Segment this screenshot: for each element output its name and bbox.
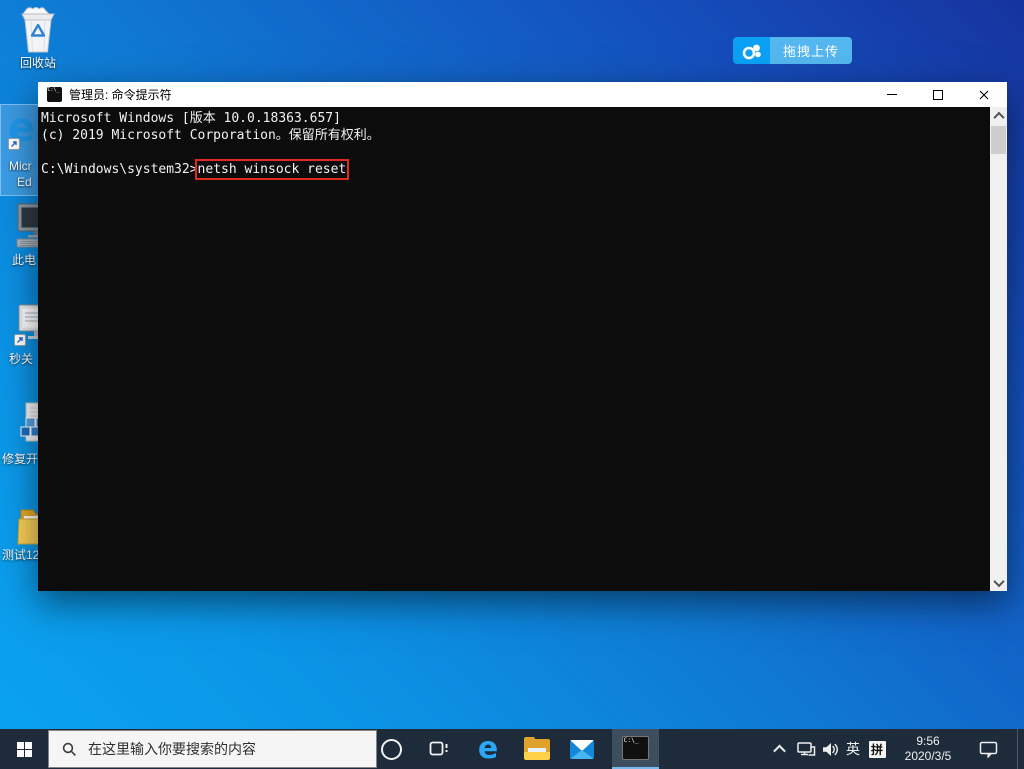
desktop: 回收站 e Micr Ed 此电 秒关 修复开 测试12 拖拽上传 C:\_ 管… <box>0 0 1024 769</box>
recycle-bin-label[interactable]: 回收站 <box>0 56 76 70</box>
clock-time: 9:56 <box>916 734 940 748</box>
edge-label-line2[interactable]: Ed <box>17 175 32 189</box>
edge-icon: e <box>477 731 499 766</box>
chevron-down-icon <box>992 575 1005 587</box>
network-icon <box>797 741 816 756</box>
taskbar-search-input[interactable]: 在这里输入你要搜索的内容 <box>48 730 377 768</box>
close-icon <box>979 90 989 99</box>
network-tray-button[interactable] <box>792 729 820 769</box>
clock-date: 2020/3/5 <box>904 749 952 763</box>
edge-taskbar-button[interactable]: e <box>464 729 512 769</box>
action-center-button[interactable] <box>968 729 1010 769</box>
console-scrollbar[interactable] <box>990 107 1007 591</box>
drag-upload-label: 拖拽上传 <box>770 37 853 64</box>
search-icon <box>62 742 76 756</box>
start-button[interactable] <box>0 729 48 769</box>
scroll-up-button[interactable] <box>990 107 1007 124</box>
cmd-taskbar-button-active[interactable]: C:\_ <box>612 729 659 769</box>
search-placeholder: 在这里输入你要搜索的内容 <box>88 741 256 757</box>
edge-label-line1[interactable]: Micr <box>9 159 32 173</box>
this-pc-label[interactable]: 此电 <box>12 253 36 267</box>
highlighted-command: netsh winsock reset <box>194 159 350 180</box>
test-folder-label[interactable]: 测试12 <box>2 548 39 562</box>
shortcut-arrow-icon <box>14 334 26 346</box>
cmd-titlebar[interactable]: C:\_ 管理员: 命令提示符 <box>38 82 1007 107</box>
close-button[interactable] <box>961 82 1007 107</box>
cmd-window: C:\_ 管理员: 命令提示符 Microsoft Windows [版本 10… <box>38 82 1007 591</box>
task-view-icon <box>429 741 448 756</box>
ime-language-button[interactable]: 英 <box>842 729 864 769</box>
ime-mode-button[interactable]: 拼 <box>864 729 890 769</box>
scrollbar-thumb[interactable] <box>991 126 1006 154</box>
volume-tray-button[interactable] <box>818 729 842 769</box>
netdisk-cloud-icon <box>733 37 770 64</box>
taskbar: 在这里输入你要搜索的内容 e C:\_ 英 拼 9:56 2020/3/5 <box>0 729 1024 769</box>
cortana-button[interactable] <box>368 729 414 769</box>
chevron-up-icon <box>992 111 1005 123</box>
console-output[interactable]: Microsoft Windows [版本 10.0.18363.657] (c… <box>38 107 1007 591</box>
ime-mode-label: 拼 <box>868 740 886 758</box>
ime-language-label: 英 <box>846 741 860 757</box>
show-desktop-button[interactable] <box>1017 729 1018 769</box>
console-prompt-line: C:\Windows\system32>netsh winsock reset <box>41 159 987 180</box>
tray-overflow-button[interactable] <box>766 729 792 769</box>
minimize-button[interactable] <box>869 82 915 107</box>
file-explorer-button[interactable] <box>514 729 560 769</box>
maximize-icon <box>933 89 943 100</box>
scroll-down-button[interactable] <box>990 574 1007 591</box>
cortana-icon <box>380 738 402 760</box>
volume-icon <box>822 742 838 756</box>
display-shortcut-label[interactable]: 秒关 <box>9 352 33 366</box>
windows-logo-icon <box>16 741 32 757</box>
console-line-version: Microsoft Windows [版本 10.0.18363.657] <box>41 111 341 126</box>
drag-upload-button[interactable]: 拖拽上传 <box>733 37 853 64</box>
chevron-up-icon <box>772 744 786 757</box>
clock[interactable]: 9:56 2020/3/5 <box>893 729 963 769</box>
console-line-copyright: (c) 2019 Microsoft Corporation。保留所有权利。 <box>41 128 380 143</box>
cmd-icon: C:\_ <box>622 736 649 760</box>
notification-icon <box>979 741 998 758</box>
cmd-window-icon: C:\_ <box>47 87 62 102</box>
console-prompt: C:\Windows\system32> <box>41 162 198 177</box>
mail-icon <box>570 739 594 759</box>
registry-repair-label[interactable]: 修复开 <box>2 452 38 466</box>
cmd-window-title: 管理员: 命令提示符 <box>69 88 172 102</box>
recycle-bin-icon[interactable] <box>16 4 60 59</box>
shortcut-arrow-icon <box>8 138 20 150</box>
task-view-button[interactable] <box>414 729 462 769</box>
maximize-button[interactable] <box>915 82 961 107</box>
folder-icon <box>524 736 550 760</box>
mail-button[interactable] <box>560 729 604 769</box>
minimize-icon <box>887 94 897 95</box>
